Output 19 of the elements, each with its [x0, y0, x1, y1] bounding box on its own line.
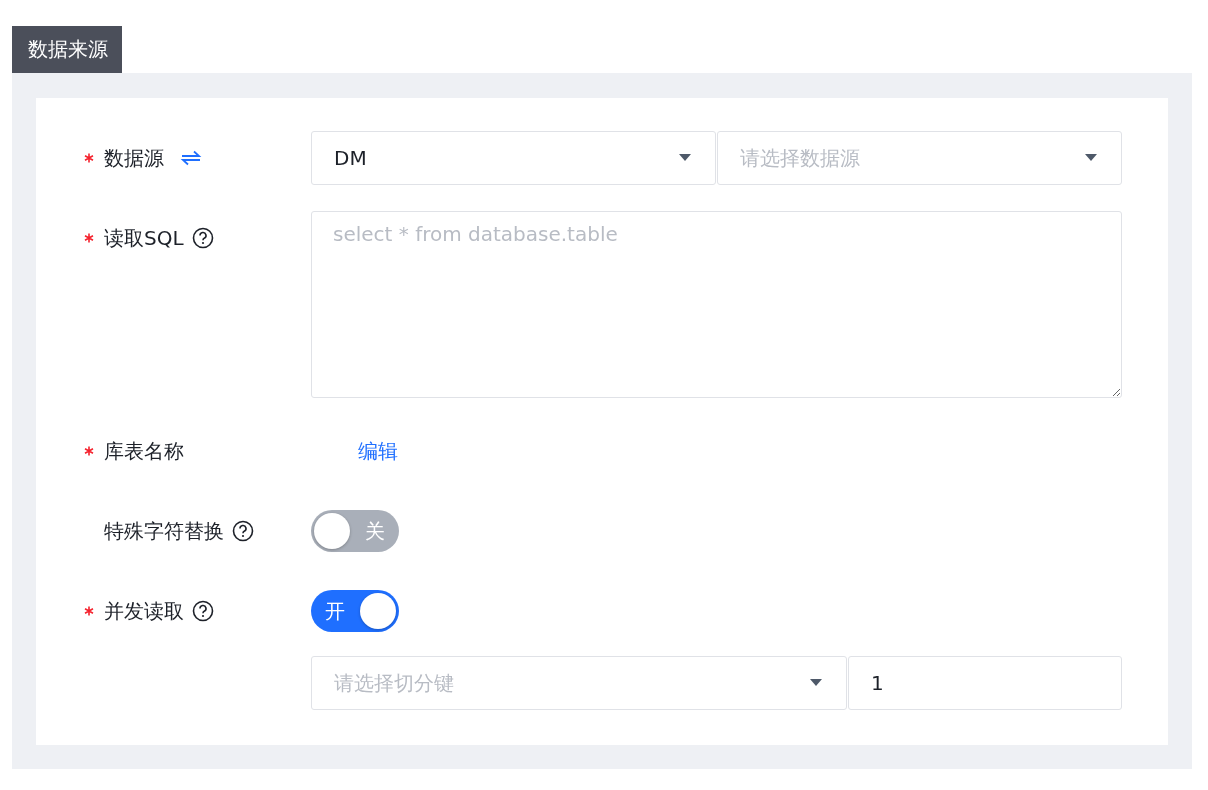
swap-icon[interactable]	[180, 149, 202, 167]
caret-icon	[810, 679, 822, 687]
field-label: 库表名称	[104, 437, 184, 465]
section-title: 数据来源	[12, 26, 122, 73]
field-label: 读取SQL	[104, 224, 184, 252]
select-field[interactable]: DM	[311, 131, 716, 185]
help-icon[interactable]	[192, 600, 214, 622]
help-icon[interactable]	[191, 227, 214, 249]
field-label: 特殊字符替换	[104, 517, 224, 545]
toggle-switch[interactable]: 开	[311, 590, 399, 632]
sql-text-area[interactable]: select * from database.table	[311, 211, 1122, 398]
field-label: 并发读取	[104, 597, 184, 625]
field-label: 数据源	[104, 144, 164, 172]
toggle-switch[interactable]: 关	[311, 510, 399, 552]
caret-icon	[679, 154, 691, 162]
edit-link[interactable]: 编辑	[358, 437, 398, 465]
caret-icon	[1085, 154, 1097, 162]
help-icon[interactable]	[232, 520, 254, 542]
input-field[interactable]: 1	[848, 656, 1122, 710]
